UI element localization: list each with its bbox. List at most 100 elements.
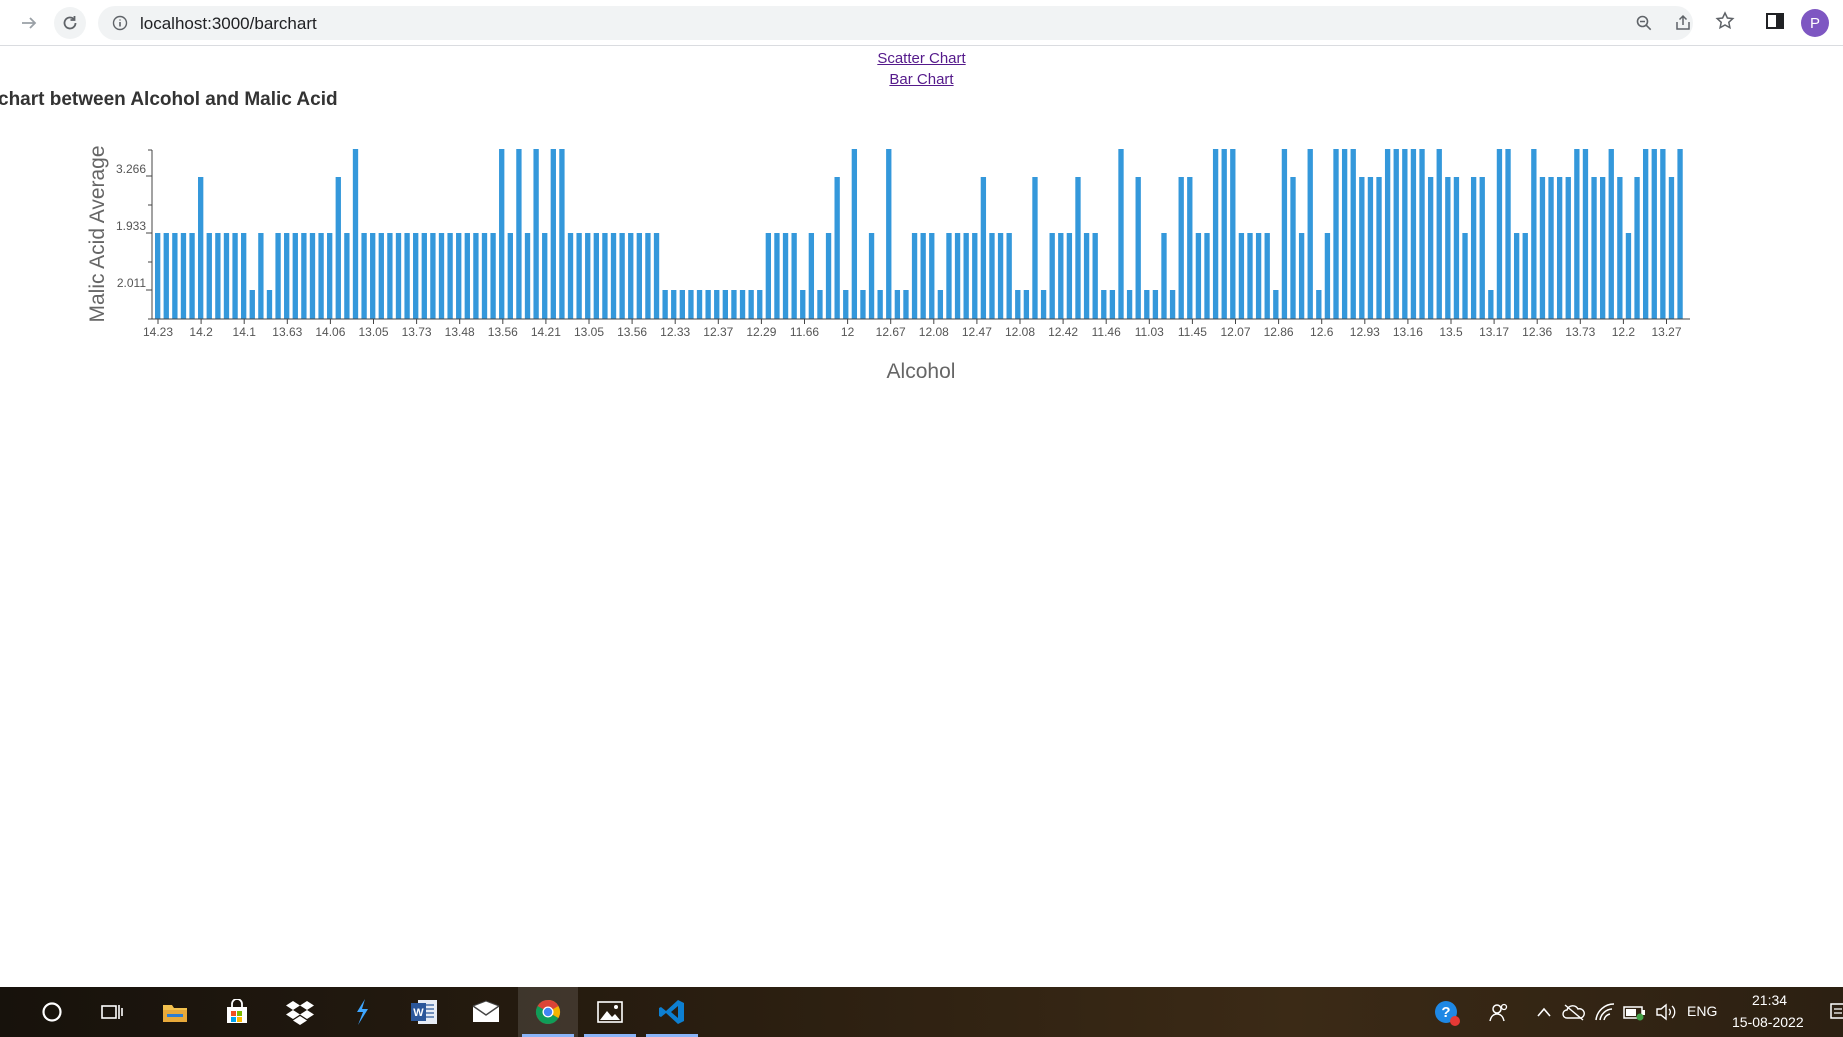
- vscode-button[interactable]: [642, 987, 702, 1037]
- volume-icon[interactable]: [1655, 1003, 1677, 1021]
- x-tick-label: 12.36: [1522, 325, 1552, 339]
- language-indicator[interactable]: ENG: [1687, 1003, 1717, 1019]
- bar: [1298, 233, 1305, 319]
- bar: [671, 290, 677, 319]
- word-button[interactable]: W: [394, 987, 454, 1037]
- x-tick-label: 12.37: [703, 325, 733, 339]
- y-tick-label: 1.933: [116, 219, 146, 233]
- bar: [361, 233, 367, 319]
- x-tick-label: 13.16: [1393, 325, 1423, 339]
- x-tick-label: 12.67: [876, 325, 906, 339]
- bar: [1126, 290, 1133, 319]
- bar: [705, 290, 711, 319]
- bar: [1006, 233, 1012, 319]
- bar: [438, 233, 445, 319]
- x-tick-label: 14.1: [233, 325, 257, 339]
- x-tick-label: 12.29: [746, 325, 776, 339]
- task-view-icon: [101, 1005, 123, 1019]
- bar: [378, 233, 384, 319]
- bar: [456, 233, 462, 319]
- help-icon[interactable]: ?: [1433, 999, 1461, 1027]
- bar: [421, 233, 427, 319]
- bar: [395, 233, 402, 319]
- x-ticks: 14.23 14.2 14.1 13.63 14.06 13.05 13.73 13.48 13…: [143, 319, 1682, 339]
- bar: [1204, 233, 1210, 319]
- bar: [1212, 149, 1219, 319]
- photos-icon: [597, 1001, 623, 1023]
- bar: [1152, 290, 1159, 319]
- search-button[interactable]: [22, 987, 82, 1037]
- bar: [258, 233, 264, 319]
- people-icon[interactable]: [1488, 1002, 1510, 1024]
- y-ticks: 2.011 1.933 3.266: [116, 149, 152, 320]
- task-view-button[interactable]: [82, 987, 142, 1037]
- bar: [1427, 177, 1434, 319]
- bar: [533, 149, 539, 319]
- bar: [679, 290, 685, 319]
- clock-time[interactable]: 21:34: [1752, 992, 1787, 1008]
- bar: [576, 233, 582, 319]
- bar: [180, 233, 187, 319]
- store-button[interactable]: [207, 987, 267, 1037]
- x-axis-label: Alcohol: [887, 360, 956, 383]
- mail-button[interactable]: [456, 987, 516, 1037]
- bar: [1178, 177, 1184, 319]
- vscode-icon: [659, 1000, 684, 1024]
- x-tick-label: 13.05: [358, 325, 388, 339]
- bar: [610, 233, 617, 319]
- x-tick-label: 13.05: [574, 325, 604, 339]
- chevron-up-icon[interactable]: [1536, 1005, 1552, 1019]
- bar: [464, 233, 470, 319]
- file-explorer-button[interactable]: [145, 987, 205, 1037]
- x-tick-label: 11.03: [1135, 325, 1164, 339]
- dropbox-button[interactable]: [270, 987, 330, 1037]
- bar: [946, 233, 952, 319]
- bar: [155, 233, 161, 319]
- bar: [490, 233, 496, 319]
- onedrive-offline-icon[interactable]: [1562, 1003, 1586, 1021]
- bar: [327, 233, 333, 319]
- bar: [963, 233, 969, 319]
- notifications-icon[interactable]: [1830, 1002, 1843, 1022]
- mail-envelope-icon: [472, 1000, 500, 1022]
- bar: [791, 233, 797, 319]
- svg-text:?: ?: [1441, 1004, 1450, 1021]
- chrome-button[interactable]: [518, 987, 578, 1037]
- bar: [481, 233, 488, 319]
- x-tick-label: 13.48: [445, 325, 475, 339]
- bar: [301, 233, 307, 319]
- y-axis-label: Malic Acid Average: [86, 145, 109, 322]
- bars-group: [155, 149, 1683, 319]
- bar: [1513, 233, 1520, 319]
- bar: [937, 290, 944, 319]
- photos-button[interactable]: [580, 987, 640, 1037]
- start-button[interactable]: [0, 987, 8, 1037]
- bar: [318, 233, 324, 319]
- bar: [825, 233, 832, 319]
- bar: [714, 290, 720, 319]
- bar: [292, 233, 298, 319]
- bar: [817, 290, 823, 319]
- bar: [903, 290, 909, 319]
- bar: [868, 233, 875, 319]
- clock-date[interactable]: 15-08-2022: [1732, 1014, 1804, 1030]
- x-tick-label: 12.93: [1350, 325, 1380, 339]
- bar: [765, 233, 772, 319]
- wifi-icon[interactable]: [1594, 1002, 1616, 1022]
- bar: [1488, 290, 1494, 319]
- bar: [249, 290, 255, 319]
- battery-icon[interactable]: [1622, 1003, 1648, 1021]
- bar: [473, 233, 479, 319]
- bar: [1255, 233, 1262, 319]
- bar: [886, 149, 892, 319]
- bar: [1436, 149, 1442, 319]
- bar: [1556, 177, 1563, 319]
- bar: [1677, 149, 1683, 319]
- x-tick-label: 11.45: [1178, 325, 1207, 339]
- bar: [843, 290, 849, 319]
- app-button[interactable]: [332, 987, 392, 1037]
- word-icon: W: [411, 1000, 437, 1024]
- bar: [1230, 149, 1236, 319]
- x-tick-label: 12.2: [1612, 325, 1636, 339]
- bar: [1187, 177, 1193, 319]
